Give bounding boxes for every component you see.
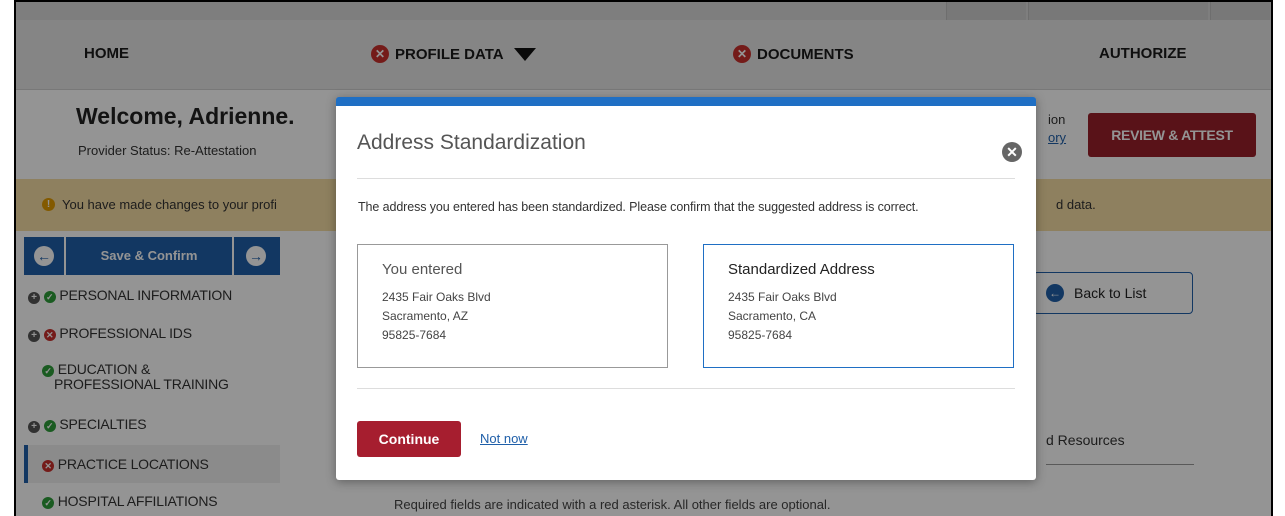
alert-message: You have made changes to your profi — [62, 197, 277, 212]
welcome-title: Welcome, Adrienne. — [76, 103, 295, 129]
main-nav: HOME ✕ PROFILE DATA ✕ DOCUMENTS AUTHORIZ… — [16, 20, 1271, 90]
sidebar-header: ← Save & Confirm → — [24, 237, 280, 275]
address-standardization-modal: Address Standardization ✕ The address yo… — [336, 97, 1036, 480]
divider — [357, 178, 1015, 179]
back-to-list-button[interactable]: ← Back to List — [1033, 272, 1193, 314]
review-attest-button[interactable]: REVIEW & ATTEST — [1088, 113, 1256, 157]
address-zip: 95825-7684 — [382, 328, 447, 342]
nav-profile-data[interactable]: ✕ PROFILE DATA — [371, 45, 536, 63]
error-icon: ✕ — [42, 460, 54, 472]
not-now-link[interactable]: Not now — [480, 431, 528, 446]
error-icon: ✕ — [371, 45, 389, 63]
required-fields-note: Required fields are indicated with a red… — [394, 497, 831, 512]
warning-icon: ! — [42, 198, 55, 211]
divider — [357, 388, 1015, 389]
check-icon: ✓ — [42, 497, 54, 509]
top-strip-segment — [1210, 2, 1270, 20]
sidebar-item-label: SPECIALTIES — [59, 416, 147, 432]
sidebar-item-label: EDUCATION & — [57, 361, 151, 377]
arrow-left-icon: ← — [1046, 284, 1064, 302]
sidebar-item-label: PROFESSIONAL TRAINING — [54, 376, 229, 392]
back-to-list-label: Back to List — [1074, 285, 1147, 301]
header-right-text: ion ory — [1048, 111, 1066, 147]
divider — [1046, 464, 1194, 465]
divider — [232, 237, 234, 275]
sidebar-item-practice-locations[interactable]: ✕ PRACTICE LOCATIONS — [24, 445, 280, 483]
header-right-link[interactable]: ory — [1048, 129, 1066, 147]
expand-icon[interactable]: + — [28, 292, 40, 304]
top-strip-segment — [1028, 2, 1208, 20]
sidebar-item-label: HOSPITAL AFFILIATIONS — [57, 493, 218, 509]
error-icon: ✕ — [43, 329, 56, 341]
nav-authorize-label: AUTHORIZE — [1099, 45, 1187, 62]
sidebar-item-label: PERSONAL INFORMATION — [59, 287, 232, 303]
nav-home[interactable]: HOME — [84, 45, 129, 62]
sidebar-item-professional-ids[interactable]: + ✕ PROFESSIONAL IDS — [24, 325, 280, 342]
arrow-left-icon[interactable]: ← — [34, 246, 54, 266]
entered-address-card[interactable]: You entered 2435 Fair Oaks Blvd Sacramen… — [357, 244, 668, 368]
address-city-state: Sacramento, AZ — [382, 309, 469, 323]
expand-icon[interactable]: + — [28, 421, 40, 433]
sidebar: ← Save & Confirm → + ✓ PERSONAL INFORMAT… — [24, 231, 280, 516]
sidebar-item-hospital-affiliations[interactable]: ✓ HOSPITAL AFFILIATIONS — [24, 493, 280, 509]
continue-button[interactable]: Continue — [357, 421, 461, 457]
sidebar-item-label: PRACTICE LOCATIONS — [57, 456, 209, 472]
nav-documents[interactable]: ✕ DOCUMENTS — [733, 45, 854, 63]
alert-message-tail: d data. — [1056, 197, 1096, 212]
sidebar-item-specialties[interactable]: + ✓ SPECIALTIES — [24, 416, 280, 433]
nav-authorize[interactable]: AUTHORIZE — [1099, 45, 1187, 62]
nav-profile-data-label: PROFILE DATA — [395, 45, 504, 63]
check-icon: ✓ — [43, 291, 56, 303]
top-strip — [16, 2, 1271, 20]
provider-status: Provider Status: Re-Attestation — [78, 143, 257, 158]
address-street: 2435 Fair Oaks Blvd — [382, 290, 491, 304]
check-icon: ✓ — [43, 420, 56, 432]
address-city-state: Sacramento, CA — [728, 309, 817, 323]
card-title: You entered — [382, 261, 463, 278]
modal-title: Address Standardization — [357, 131, 586, 154]
nav-home-label: HOME — [84, 45, 129, 62]
sidebar-item-personal-information[interactable]: + ✓ PERSONAL INFORMATION — [24, 287, 280, 304]
standardized-address-card[interactable]: Standardized Address 2435 Fair Oaks Blvd… — [703, 244, 1014, 368]
top-strip-segment — [946, 2, 1026, 20]
error-icon: ✕ — [733, 45, 751, 63]
caret-down-icon — [513, 47, 536, 61]
save-confirm-button[interactable]: Save & Confirm — [66, 248, 232, 263]
expand-icon[interactable]: + — [28, 330, 40, 342]
address-zip: 95825-7684 — [728, 328, 793, 342]
sidebar-item-label: PROFESSIONAL IDS — [59, 325, 192, 341]
arrow-right-icon[interactable]: → — [246, 246, 266, 266]
header-right-text-line: ion — [1048, 112, 1066, 127]
nav-documents-label: DOCUMENTS — [757, 45, 854, 63]
modal-message: The address you entered has been standar… — [358, 200, 919, 214]
close-icon[interactable]: ✕ — [1002, 142, 1022, 162]
address-street: 2435 Fair Oaks Blvd — [728, 290, 837, 304]
sidebar-item-education[interactable]: ✓ EDUCATION & PROFESSIONAL TRAINING — [24, 362, 280, 391]
card-title: Standardized Address — [728, 261, 875, 278]
check-icon: ✓ — [42, 365, 54, 377]
resources-tab[interactable]: d Resources — [1046, 432, 1125, 448]
